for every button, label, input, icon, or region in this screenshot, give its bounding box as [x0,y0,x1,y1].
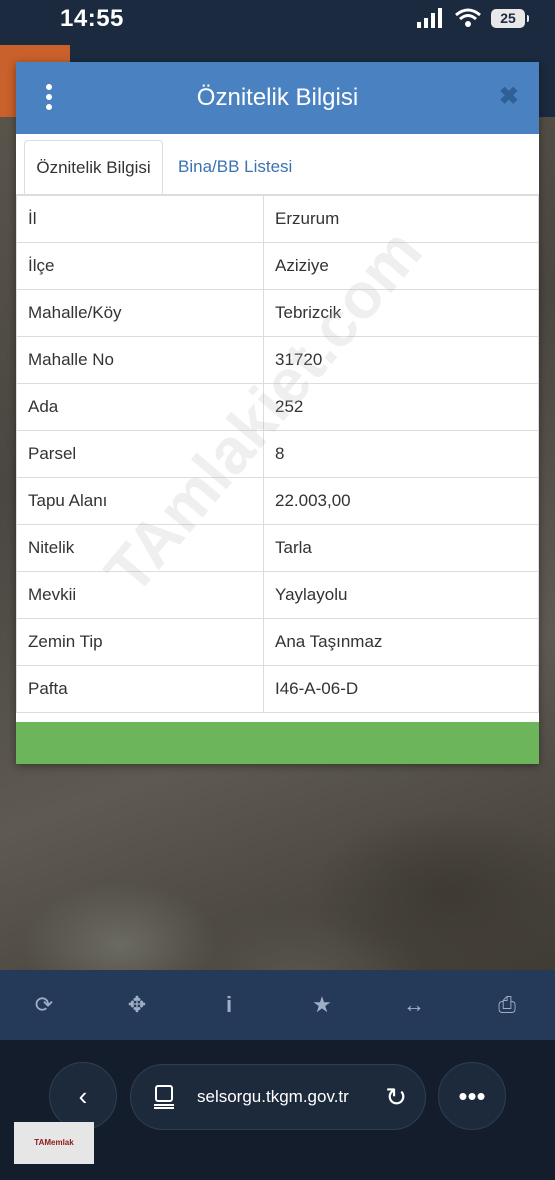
row-key: İl [16,195,264,243]
row-key: Mahalle/Köy [16,289,264,337]
row-value: 22.003,00 [263,477,539,525]
map-toolbar: ⟳ ✥ i ★ ↔ ⎙ [0,970,555,1040]
tab-bar: Öznitelik Bilgisi Bina/BB Listesi [16,134,539,195]
table-row: Parsel 8 [16,430,539,478]
back-button[interactable]: ‹ [49,1062,117,1130]
reload-icon[interactable]: ↻ [385,1082,407,1112]
table-row: Ada 252 [16,383,539,431]
signal-icon [417,8,442,28]
table-row: Mahalle/Köy Tebrizcik [16,289,539,337]
row-key: Nitelik [16,524,264,572]
row-value: Erzurum [263,195,539,243]
row-key: Pafta [16,665,264,713]
close-icon[interactable]: ✖ [499,82,519,112]
table-row: İlçe Aziziye [16,242,539,290]
status-time: 14:55 [60,5,124,32]
print-icon[interactable]: ⎙ [492,990,522,1020]
row-value: 31720 [263,336,539,384]
address-bar[interactable]: selsorgu.tkgm.gov.tr ↻ [130,1064,426,1130]
table-row: Mahalle No 31720 [16,336,539,384]
tab-building-list[interactable]: Bina/BB Listesi [166,140,304,194]
row-value: I46-A-06-D [263,665,539,713]
wifi-icon [455,8,481,27]
info-icon[interactable]: i [214,990,244,1020]
row-value: Tarla [263,524,539,572]
row-value: Aziziye [263,242,539,290]
dialog-title: Öznitelik Bilgisi [196,84,359,111]
table-row: İl Erzurum [16,195,539,243]
dialog-footer-bar [16,722,539,764]
table-row: Zemin Tip Ana Taşınmaz [16,618,539,666]
row-value: Tebrizcik [263,289,539,337]
table-row: Mevkii Yaylayolu [16,571,539,619]
dialog-header: Öznitelik Bilgisi ✖ [16,62,539,134]
row-key: Tapu Alanı [16,477,264,525]
url-text: selsorgu.tkgm.gov.tr [197,1087,349,1106]
row-value: Ana Taşınmaz [263,618,539,666]
status-bar: 14:55 25 [0,0,555,45]
attribute-dialog: Öznitelik Bilgisi ✖ Öznitelik Bilgisi Bi… [16,62,539,764]
arrows-horizontal-icon[interactable]: ↔ [399,990,429,1020]
page-icon [154,1085,174,1109]
status-icons: 25 [417,8,529,28]
tab-attributes[interactable]: Öznitelik Bilgisi [24,140,163,194]
table-row: Pafta I46-A-06-D [16,665,539,713]
row-key: İlçe [16,242,264,290]
logo-badge: TAMemlak [14,1122,94,1164]
more-button[interactable]: ••• [438,1062,506,1130]
table-row: Nitelik Tarla [16,524,539,572]
row-key: Mahalle No [16,336,264,384]
attribute-table: İl Erzurum İlçe Aziziye Mahalle/Köy Tebrizc… [16,195,539,713]
row-key: Parsel [16,430,264,478]
row-value: 252 [263,383,539,431]
row-key: Mevkii [16,571,264,619]
table-row: Tapu Alanı 22.003,00 [16,477,539,525]
row-key: Zemin Tip [16,618,264,666]
row-value: Yaylayolu [263,571,539,619]
star-icon[interactable]: ★ [307,990,337,1020]
refresh-icon[interactable]: ⟳ [29,990,59,1020]
crosshair-icon[interactable]: ✥ [122,990,152,1020]
battery-icon: 25 [491,8,529,28]
row-value: 8 [263,430,539,478]
row-key: Ada [16,383,264,431]
